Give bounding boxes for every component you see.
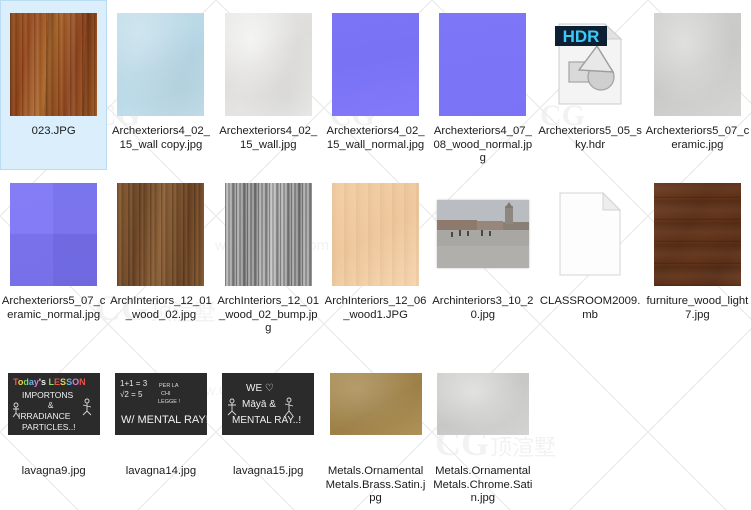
svg-text:PER LA: PER LA xyxy=(159,383,179,389)
file-name-label: lavagna9.jpg xyxy=(21,465,86,477)
file-thumbnail[interactable] xyxy=(437,8,529,120)
file-item[interactable]: Archexteriors4_07_08_wood_normal.jpg xyxy=(429,0,536,170)
file-thumbnail[interactable] xyxy=(115,8,207,120)
file-name-label: Archexteriors4_02_15_wall copy.jpg xyxy=(111,125,210,151)
file-grid[interactable]: 023.JPG Archexteriors4_02_15_wall copy.jp… xyxy=(0,0,751,510)
file-thumbnail[interactable] xyxy=(436,348,529,460)
texture-swatch xyxy=(439,12,527,116)
blackboard-thumbnail: WE ♡ Māyā & MENTAL RAY..! xyxy=(222,373,315,435)
file-name-label: furniture_wood_light7.jpg xyxy=(646,295,749,321)
file-thumbnail[interactable] xyxy=(222,8,314,120)
file-item[interactable]: furniture_wood_light7.jpg xyxy=(644,170,751,340)
texture-swatch xyxy=(653,182,741,286)
texture-swatch xyxy=(224,182,312,286)
file-name-label: 023.JPG xyxy=(31,125,76,137)
file-thumbnail[interactable] xyxy=(330,178,422,290)
svg-text:PARTICLES..!: PARTICLES..! xyxy=(22,422,76,432)
hdr-file-icon: HDR xyxy=(555,20,625,108)
file-item[interactable]: ArchInteriors_12_01_wood_02.jpg xyxy=(107,170,214,340)
file-name-label: ArchInteriors_12_01_wood_02_bump.jpg xyxy=(217,295,320,335)
file-name-label: ArchInteriors_12_06_wood1.JPG xyxy=(324,295,427,321)
file-item[interactable]: 1+1 = 3 √2 = 5 PER LA CHI LEGGE ! W/ MEN… xyxy=(107,340,214,510)
svg-text:IRRADIANCE: IRRADIANCE xyxy=(18,411,71,421)
file-name-label: Metals.Ornamental Metals.Chrome.Satin.jp… xyxy=(433,465,533,505)
texture-swatch xyxy=(653,12,741,116)
file-thumbnail[interactable]: 1+1 = 3 √2 = 5 PER LA CHI LEGGE ! W/ MEN… xyxy=(114,348,207,460)
texture-swatch xyxy=(332,182,420,286)
texture-swatch xyxy=(224,12,312,116)
file-item[interactable]: CLASSROOM2009.mb xyxy=(536,170,643,340)
file-item[interactable]: Today's LESSON IMPORTONS & IRRADIANCE PA… xyxy=(0,340,107,510)
file-thumbnail[interactable] xyxy=(115,178,207,290)
file-item[interactable]: Archinteriors3_10_20.jpg xyxy=(429,170,536,340)
file-name-label: Archexteriors5_07_ceramic.jpg xyxy=(645,125,750,151)
generic-file-icon xyxy=(555,190,625,278)
file-thumbnail[interactable] xyxy=(8,178,100,290)
file-item[interactable]: Metals.Ornamental Metals.Chrome.Satin.jp… xyxy=(429,340,536,510)
svg-text:Māyā &: Māyā & xyxy=(242,399,276,410)
texture-swatch xyxy=(436,373,529,435)
photo-thumbnail xyxy=(436,200,529,268)
file-item[interactable]: Archexteriors5_07_ceramic.jpg xyxy=(644,0,751,170)
file-name-label: Archexteriors4_02_15_wall_normal.jpg xyxy=(326,125,425,151)
file-thumbnail[interactable] xyxy=(222,178,314,290)
file-name-label: CLASSROOM2009.mb xyxy=(539,295,641,321)
file-name-label: Archinteriors3_10_20.jpg xyxy=(432,295,534,321)
file-item[interactable]: Archexteriors4_02_15_wall_normal.jpg xyxy=(322,0,429,170)
file-name-label: Archexteriors5_05_sky.hdr xyxy=(538,125,642,151)
texture-swatch xyxy=(117,182,205,286)
file-item[interactable]: Archexteriors5_07_ceramic_normal.jpg xyxy=(0,170,107,340)
texture-swatch xyxy=(332,12,420,116)
texture-swatch xyxy=(117,12,205,116)
file-thumbnail[interactable]: WE ♡ Māyā & MENTAL RAY..! xyxy=(222,348,315,460)
file-item[interactable]: Archexteriors4_02_15_wall copy.jpg xyxy=(107,0,214,170)
svg-text:WE ♡: WE ♡ xyxy=(246,383,274,394)
svg-text:W/ MENTAL RAY!: W/ MENTAL RAY! xyxy=(121,414,207,426)
file-name-label: ArchInteriors_12_01_wood_02.jpg xyxy=(110,295,212,321)
texture-swatch xyxy=(10,12,98,116)
file-thumbnail[interactable] xyxy=(651,178,743,290)
file-thumbnail[interactable] xyxy=(544,178,636,290)
file-name-label: Archexteriors5_07_ceramic_normal.jpg xyxy=(1,295,106,321)
file-thumbnail[interactable] xyxy=(651,8,743,120)
svg-text:1+1 = 3: 1+1 = 3 xyxy=(120,379,148,388)
file-thumbnail[interactable]: HDR xyxy=(544,8,636,120)
blackboard-thumbnail: Today's LESSON IMPORTONS & IRRADIANCE PA… xyxy=(7,373,100,435)
blackboard-thumbnail: 1+1 = 3 √2 = 5 PER LA CHI LEGGE ! W/ MEN… xyxy=(114,373,207,435)
file-item[interactable]: Archexteriors4_02_15_wall.jpg xyxy=(215,0,322,170)
svg-text:Today's LESSON: Today's LESSON xyxy=(13,377,86,387)
file-thumbnail[interactable] xyxy=(329,348,422,460)
svg-text:√2 = 5: √2 = 5 xyxy=(120,390,143,399)
hdr-badge-text: HDR xyxy=(563,27,600,46)
file-name-label: lavagna15.jpg xyxy=(233,465,304,477)
file-thumbnail[interactable] xyxy=(436,178,529,290)
texture-swatch xyxy=(10,182,98,286)
svg-text:&: & xyxy=(48,401,54,410)
file-item[interactable]: Metals.Ornamental Metals.Brass.Satin.jpg xyxy=(322,340,429,510)
file-thumbnail[interactable] xyxy=(8,8,100,120)
svg-text:IMPORTONS: IMPORTONS xyxy=(22,390,73,400)
svg-text:MENTAL RAY..!: MENTAL RAY..! xyxy=(232,415,301,426)
file-name-label: Metals.Ornamental Metals.Brass.Satin.jpg xyxy=(325,465,426,505)
file-item[interactable]: WE ♡ Māyā & MENTAL RAY..! lavagna15.jpg xyxy=(215,340,322,510)
file-name-label: Archexteriors4_02_15_wall.jpg xyxy=(219,125,318,151)
file-thumbnail[interactable]: Today's LESSON IMPORTONS & IRRADIANCE PA… xyxy=(7,348,100,460)
file-thumbnail[interactable] xyxy=(330,8,422,120)
texture-swatch xyxy=(329,373,422,435)
file-item[interactable]: HDR Archexteriors5_05_sky.hdr xyxy=(536,0,643,170)
file-item[interactable]: 023.JPG xyxy=(0,0,108,170)
svg-text:CHI: CHI xyxy=(161,391,171,397)
file-item[interactable]: ArchInteriors_12_01_wood_02_bump.jpg xyxy=(215,170,322,340)
file-item[interactable]: ArchInteriors_12_06_wood1.JPG xyxy=(322,170,429,340)
svg-text:LEGGE !: LEGGE ! xyxy=(158,399,180,405)
file-name-label: Archexteriors4_07_08_wood_normal.jpg xyxy=(433,125,533,165)
file-name-label: lavagna14.jpg xyxy=(125,465,197,477)
